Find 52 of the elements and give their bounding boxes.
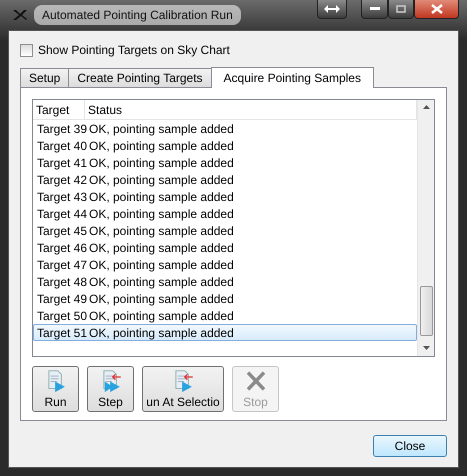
table-cell-text: OK, pointing sample added xyxy=(88,308,235,323)
scroll-thumb[interactable] xyxy=(420,286,432,336)
double-arrow-icon xyxy=(324,5,340,13)
table-cell-text: Target 42 xyxy=(36,172,86,187)
table-cell-text: Target 47 xyxy=(36,257,86,272)
scroll-up-icon[interactable] xyxy=(422,105,430,110)
window-title: Automated Pointing Calibration Run xyxy=(34,5,241,25)
table-cell-text: Target 41 xyxy=(36,155,86,170)
table-cell-text: Target 46 xyxy=(36,240,86,255)
scrollbar[interactable] xyxy=(417,100,434,356)
selected-row[interactable]: Target 51 OK, pointing sample added xyxy=(33,324,417,341)
table-cell-text: Target 48 xyxy=(36,274,86,289)
close-window-button[interactable] xyxy=(414,0,459,19)
maximize-icon xyxy=(396,5,406,13)
table-cell-text: Target 40 xyxy=(36,138,86,153)
table-cell-text: OK, pointing sample added xyxy=(88,206,235,221)
table-cell-text: Target 45 xyxy=(36,223,86,238)
table-cell-text: Target 51 xyxy=(36,325,86,340)
resize-button[interactable] xyxy=(317,0,347,19)
table-cell-text: Target 44 xyxy=(36,206,86,221)
table-cell-text: Target 50 xyxy=(36,308,86,323)
table-cell-text: OK, pointing sample added xyxy=(88,223,235,238)
table-cell-text: OK, pointing sample added xyxy=(88,121,235,136)
table-cell-text: OK, pointing sample added xyxy=(88,257,235,272)
checkbox-label[interactable]: Show Pointing Targets on Sky Chart xyxy=(38,41,230,59)
table-cell-text: OK, pointing sample added xyxy=(88,274,235,289)
tab[interactable]: Setup xyxy=(20,68,70,87)
action-button[interactable]: un At Selectio xyxy=(142,366,224,412)
column-header[interactable]: Target xyxy=(33,100,85,119)
close-icon xyxy=(430,4,442,14)
action-button[interactable]: Run xyxy=(32,366,79,412)
action-button[interactable]: Step xyxy=(87,366,134,412)
table-cell-text: OK, pointing sample added xyxy=(88,155,235,170)
close-button[interactable]: Close xyxy=(373,435,447,457)
table-cell-text: OK, pointing sample added xyxy=(88,172,235,187)
table-cell-text: Target 43 xyxy=(36,189,86,204)
table-cell-text: OK, pointing sample added xyxy=(88,325,235,340)
table-cell-text: Target 39 xyxy=(36,121,86,136)
maximize-button[interactable] xyxy=(388,0,414,19)
scroll-down-icon[interactable] xyxy=(422,346,430,351)
table-cell-text: OK, pointing sample added xyxy=(88,291,235,306)
table-cell-text: OK, pointing sample added xyxy=(88,240,235,255)
app-logo-icon xyxy=(12,9,28,21)
minimize-button[interactable] xyxy=(361,0,388,19)
table-cell-text: OK, pointing sample added xyxy=(88,138,235,153)
table-cell-text: Target 49 xyxy=(36,291,86,306)
tab[interactable]: Create Pointing Targets xyxy=(68,68,212,87)
minimize-icon xyxy=(370,7,380,11)
table-cell-text: OK, pointing sample added xyxy=(88,189,235,204)
stop-icon xyxy=(244,369,268,393)
tab[interactable]: Acquire Pointing Samples xyxy=(210,67,374,88)
checkbox[interactable] xyxy=(20,44,33,56)
